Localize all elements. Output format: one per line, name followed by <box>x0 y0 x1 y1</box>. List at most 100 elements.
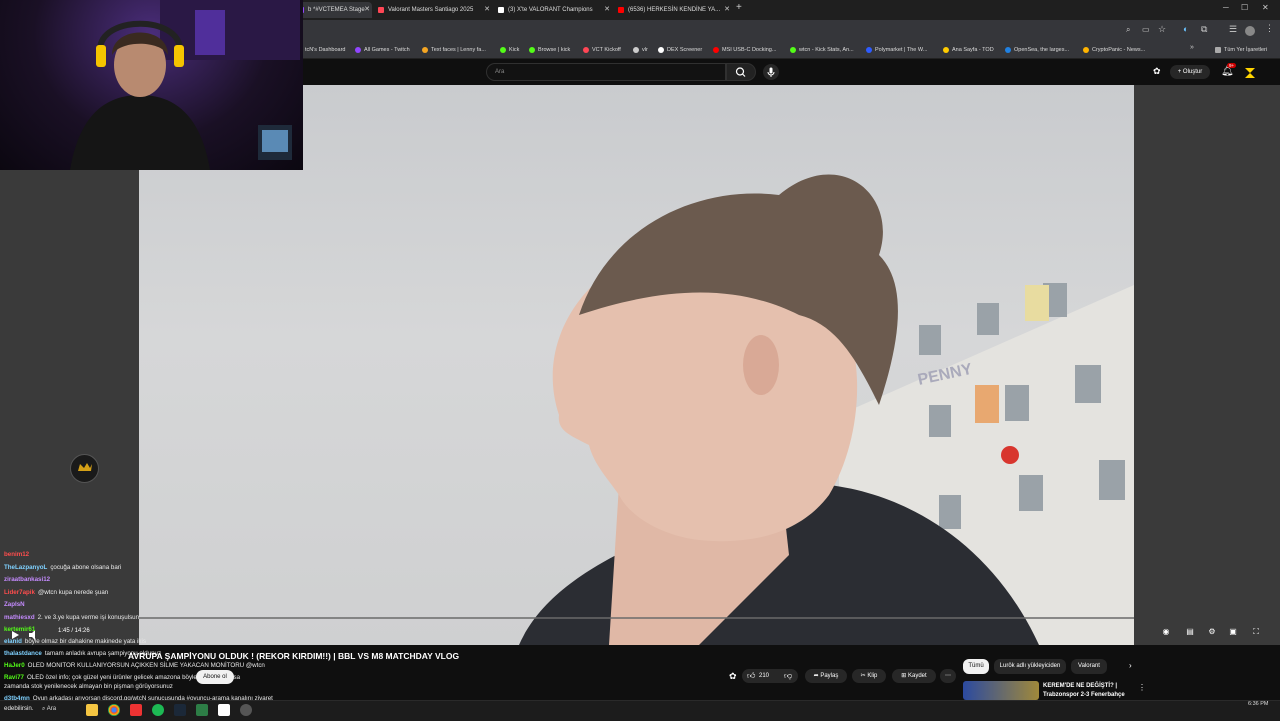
save-label: Kaydet <box>908 673 927 679</box>
close-tab-icon[interactable]: ✕ <box>724 2 730 18</box>
tab-label: b *#VCTEMEA Stage <box>308 7 365 13</box>
search-input[interactable]: Ara <box>486 63 726 81</box>
kick-icon <box>529 47 535 53</box>
vlr-icon <box>633 47 639 53</box>
app-icon[interactable] <box>130 704 142 716</box>
chip-from-uploader[interactable]: Lurök adlı yükleyiciden <box>994 659 1066 674</box>
taskbar-search[interactable]: ⌕ Ara <box>42 703 56 715</box>
extension-icon[interactable]: ✿ <box>729 671 737 682</box>
time-display: 1:45 / 14:26 <box>58 628 90 634</box>
create-button[interactable]: + Oluştur <box>1170 65 1210 79</box>
suggested-video-thumbnail[interactable] <box>963 681 1039 700</box>
chip-all[interactable]: Tümü <box>963 659 989 674</box>
bookmark-item[interactable]: MSI USB-C Docking... <box>713 44 776 56</box>
notifications-button[interactable]: 🔔︎ 9+ <box>1220 63 1237 79</box>
bookmark-item[interactable]: OpenSea, the larges... <box>1005 44 1069 56</box>
sidebar-icon[interactable]: ☰ <box>1229 24 1237 35</box>
bookmark-item[interactable]: Kick <box>500 44 519 56</box>
all-bookmarks-folder[interactable]: Tüm Yer İşaretleri <box>1215 44 1267 56</box>
bookmark-item[interactable]: VCT Kickoff <box>583 44 621 56</box>
steam-icon[interactable] <box>174 704 186 716</box>
taskbar-search-label: Ara <box>46 706 57 712</box>
like-dislike-group: 👍︎ 210 👎︎ <box>742 669 798 683</box>
dex-icon <box>658 47 664 53</box>
obs-icon[interactable] <box>240 704 252 716</box>
bookmark-item[interactable]: vlr <box>633 44 648 56</box>
chat-message: edebilirsin. <box>4 705 34 712</box>
browser-tab[interactable]: (6536) HERKESİN KENDİNE YA... ✕ <box>614 2 732 18</box>
suggested-video-subtitle[interactable]: Trabzonspor 2-3 Fenerbahçe <box>1043 692 1125 698</box>
kick-stats-icon <box>790 47 796 53</box>
chip-valorant[interactable]: Valorant <box>1071 659 1107 674</box>
chat-message: mathiesxd 2. ve 3.ye kupa verme işi konuş… <box>4 614 140 621</box>
account-avatar[interactable] <box>1244 66 1256 78</box>
extension-icon[interactable]: ◐ <box>1183 24 1188 34</box>
bookmark-item[interactable]: tcN's Dashboard <box>296 44 346 56</box>
valorant-favicon-icon <box>378 7 384 13</box>
chat-message: kertemir61 <box>4 626 36 633</box>
extension-icon[interactable]: ✿ <box>1153 66 1161 77</box>
bookmark-item[interactable]: DEX Screener <box>658 44 702 56</box>
suggested-video-title[interactable]: KEREM'DE NE DEĞİŞTİ? | <box>1043 683 1117 689</box>
chat-message: zamanda stok yenilenecek almayan bin piş… <box>4 683 173 690</box>
voice-search-button[interactable] <box>763 64 779 80</box>
spotify-icon[interactable] <box>152 704 164 716</box>
cross-logo-icon <box>1001 446 1019 464</box>
chrome-icon[interactable] <box>108 704 120 716</box>
close-tab-icon[interactable]: ✕ <box>364 2 370 18</box>
search-button[interactable] <box>726 63 756 81</box>
app-icon[interactable] <box>196 704 208 716</box>
profile-avatar[interactable] <box>1245 26 1255 36</box>
subtitles-icon[interactable]: ▤ <box>1184 627 1196 637</box>
app-icon[interactable] <box>218 704 230 716</box>
msi-icon <box>713 47 719 53</box>
subscribe-button[interactable]: Abone ol <box>196 670 234 684</box>
bookmark-item[interactable]: Ana Sayfa - TOD <box>943 44 994 56</box>
opensea-icon <box>1005 47 1011 53</box>
building-yellow-panel <box>1025 285 1049 321</box>
settings-gear-icon[interactable]: ⚙ <box>1206 627 1218 637</box>
bookmark-item[interactable]: wtcn - Kick Stats, An... <box>790 44 854 56</box>
maximize-icon[interactable]: ☐ <box>1241 3 1248 12</box>
bookmark-item[interactable]: All Games - Twitch <box>355 44 410 56</box>
bookmark-star-icon[interactable]: ☆ <box>1158 24 1166 35</box>
bookmark-item[interactable]: Polymarket | The W... <box>866 44 927 56</box>
bookmark-item[interactable]: Browse | kick <box>529 44 570 56</box>
share-label: Paylaş <box>820 673 839 679</box>
more-bookmarks-icon[interactable]: » <box>1190 44 1194 51</box>
browser-tab[interactable]: Valorant Masters Santiago 2025 ✕ <box>374 2 492 18</box>
close-tab-icon[interactable]: ✕ <box>484 2 490 18</box>
channel-logo <box>70 454 99 483</box>
chevron-right-icon[interactable]: › <box>1129 661 1132 670</box>
extensions-puzzle-icon[interactable]: ⧉ <box>1201 24 1207 35</box>
more-actions-button[interactable]: ⋯ <box>940 669 956 683</box>
thumbs-down-icon[interactable]: 👎︎ <box>784 669 792 683</box>
window-close-icon[interactable]: ✕ <box>1262 3 1269 12</box>
twitch-icon <box>355 47 361 53</box>
browser-menu-icon[interactable]: ⋮ <box>1265 23 1274 34</box>
tod-icon <box>943 47 949 53</box>
fullscreen-icon[interactable]: ⛶ <box>1250 627 1262 637</box>
ear-shape <box>743 335 779 395</box>
browser-tab[interactable]: b *#VCTEMEA Stage ✕ <box>294 2 372 18</box>
bookmark-item[interactable]: Text faces | Lenny fa... <box>422 44 486 56</box>
share-button[interactable]: ➦ Paylaş <box>805 669 847 683</box>
cast-icon[interactable]: ▭ <box>1142 25 1150 34</box>
close-tab-icon[interactable]: ✕ <box>604 2 610 18</box>
bookmark-item[interactable]: CryptoPanic - News... <box>1083 44 1145 56</box>
lenny-icon <box>422 47 428 53</box>
new-tab-button[interactable]: + <box>736 2 742 13</box>
left-dim-area <box>0 170 139 645</box>
file-explorer-icon[interactable] <box>86 704 98 716</box>
chat-message: benim12 <box>4 551 30 558</box>
autoplay-icon[interactable]: ◉ <box>1160 627 1172 637</box>
thumbs-up-icon[interactable]: 👍︎ <box>747 669 755 683</box>
miniplayer-icon[interactable]: ▣ <box>1227 627 1239 637</box>
minimize-icon[interactable]: ─ <box>1223 3 1229 12</box>
clip-button[interactable]: ✂ Klip <box>852 669 886 683</box>
save-button[interactable]: ⊞ Kaydet <box>892 669 936 683</box>
more-vert-icon[interactable]: ⋮ <box>1138 683 1146 692</box>
browser-tab[interactable]: (3) X'te VALORANT Champions ✕ <box>494 2 612 18</box>
video-title: AVRUPA ŞAMPİYONU OLDUK ! (REKOR KIRDIM!!… <box>128 651 460 661</box>
zoom-icon[interactable]: ⌕ <box>1126 25 1130 35</box>
